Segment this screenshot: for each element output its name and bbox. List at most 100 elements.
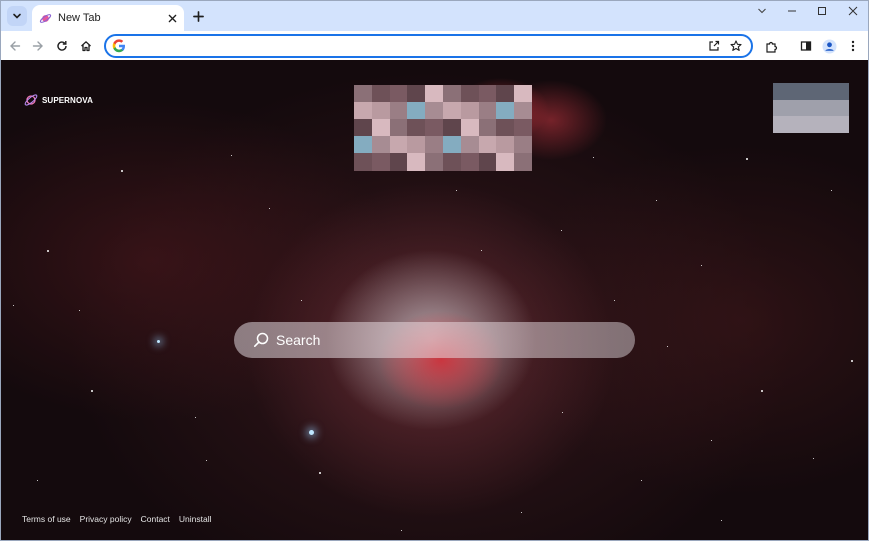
star (269, 208, 271, 210)
reload-icon (57, 41, 67, 51)
pixel-cell (460, 102, 480, 120)
home-icon (81, 41, 91, 52)
extensions-button[interactable] (760, 35, 782, 57)
arrow-left-icon (10, 41, 21, 51)
pixel-cell (833, 83, 850, 101)
reload-button[interactable] (51, 35, 73, 57)
pixel-cell (407, 85, 426, 103)
star (481, 250, 483, 252)
pixel-cell (354, 153, 373, 171)
close-window-button[interactable] (838, 0, 868, 22)
back-button[interactable] (4, 35, 26, 57)
home-button[interactable] (75, 35, 97, 57)
privacy-link[interactable]: Privacy policy (80, 514, 132, 524)
pixel-cell (788, 116, 804, 134)
kebab-menu-icon (851, 40, 855, 52)
pixel-cell (443, 102, 462, 120)
pixel-cell (354, 102, 373, 120)
browser-menu-button[interactable] (842, 35, 864, 57)
share-icon (709, 40, 720, 51)
star (521, 512, 523, 514)
pixel-cell (496, 153, 515, 171)
star (701, 265, 703, 267)
pixel-cell (407, 119, 426, 137)
star (319, 472, 322, 475)
star (13, 305, 15, 307)
new-tab-button[interactable] (188, 6, 208, 26)
star (593, 157, 595, 159)
star (301, 300, 303, 302)
star (91, 390, 94, 393)
footer-links: Terms of use Privacy policy Contact Unin… (22, 514, 212, 524)
minimize-button[interactable] (777, 0, 807, 22)
pixel-cell (478, 153, 497, 171)
pixel-cell (443, 153, 462, 171)
star (37, 480, 39, 482)
star (309, 430, 314, 435)
pixel-cell (514, 119, 533, 137)
search-bar[interactable] (234, 322, 635, 358)
search-input[interactable] (276, 328, 635, 352)
pixelated-widget (773, 83, 850, 134)
uninstall-link[interactable]: Uninstall (179, 514, 212, 524)
pixel-cell (389, 85, 408, 103)
planet-ring-icon (23, 92, 39, 108)
address-bar[interactable] (104, 34, 753, 58)
terms-link[interactable]: Terms of use (22, 514, 71, 524)
pixel-cell (443, 119, 462, 137)
side-panel-button[interactable] (795, 35, 817, 57)
star (206, 460, 208, 462)
share-button[interactable] (703, 36, 725, 56)
search-icon (252, 331, 270, 349)
pixel-cell (354, 85, 373, 103)
pixel-cell (443, 85, 462, 103)
bookmark-button[interactable] (725, 36, 747, 56)
browser-toolbar (0, 31, 869, 60)
contact-link[interactable]: Contact (141, 514, 170, 524)
pixel-cell (478, 119, 497, 137)
minimize-icon (788, 10, 796, 12)
star (47, 250, 50, 253)
star (195, 417, 197, 419)
pixel-cell (818, 99, 835, 117)
pixel-cell (788, 83, 804, 101)
pixel-cell (407, 102, 426, 120)
pixel-cell (478, 85, 497, 103)
star (851, 360, 854, 363)
pixel-cell (389, 136, 408, 154)
pixel-cell (803, 116, 820, 134)
star (667, 346, 669, 348)
pixel-cell (514, 136, 533, 154)
star (561, 230, 563, 232)
star (813, 458, 815, 460)
pixel-cell (460, 153, 480, 171)
star (711, 440, 713, 442)
star (656, 200, 658, 202)
pixel-cell (833, 116, 850, 134)
tab-search-button[interactable] (7, 6, 27, 26)
pixel-cell (818, 116, 835, 134)
profile-icon (822, 39, 836, 53)
profile-button[interactable] (818, 35, 840, 57)
star (79, 310, 81, 312)
pixel-cell (514, 153, 533, 171)
omnibox-input[interactable] (132, 37, 703, 55)
star-icon (730, 40, 742, 51)
tab-list-button[interactable] (747, 0, 777, 22)
pixel-cell (496, 102, 515, 120)
plus-icon (192, 10, 204, 22)
pixel-cell (389, 102, 408, 120)
close-tab-button[interactable] (164, 10, 180, 26)
pixelated-widget (354, 85, 533, 171)
maximize-button[interactable] (807, 0, 837, 22)
close-icon (168, 14, 176, 22)
pixel-cell (354, 119, 373, 137)
pixel-cell (425, 119, 444, 137)
tab-new-tab[interactable]: New Tab (32, 5, 184, 31)
maximize-icon (818, 7, 826, 15)
pixel-cell (788, 99, 804, 117)
pixel-cell (833, 99, 850, 117)
forward-button[interactable] (27, 35, 49, 57)
star (157, 340, 160, 343)
brand-logo[interactable]: SUPERNOVA (23, 92, 93, 108)
